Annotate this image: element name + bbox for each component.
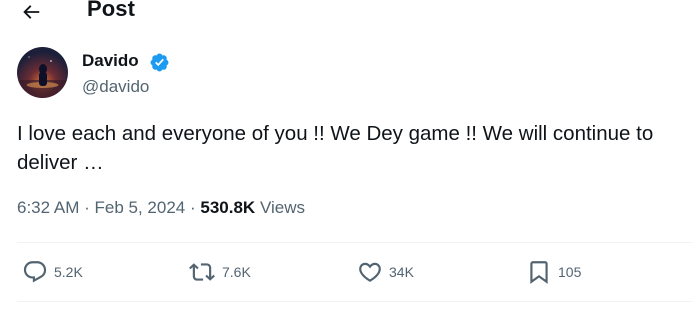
meta-separator: · bbox=[84, 198, 95, 217]
bookmark-icon bbox=[530, 261, 548, 284]
post-header: Post bbox=[0, 0, 692, 28]
post-date[interactable]: Feb 5, 2024 bbox=[95, 198, 186, 217]
heart-icon bbox=[359, 262, 381, 282]
post-text: I love each and everyone of you !! We De… bbox=[17, 122, 654, 174]
repost-count: 7.6K bbox=[222, 264, 251, 280]
back-arrow-icon bbox=[23, 5, 40, 19]
bookmark-count: 105 bbox=[558, 264, 582, 280]
back-button[interactable] bbox=[17, 0, 45, 24]
author-handle[interactable]: @davido bbox=[82, 77, 149, 97]
page-title: Post bbox=[87, 0, 136, 21]
reply-count: 5.2K bbox=[54, 264, 83, 280]
avatar[interactable] bbox=[17, 47, 68, 98]
like-button[interactable]: 34K bbox=[357, 259, 414, 285]
post-meta: 6:32 AM · Feb 5, 2024 · 530.8K Views bbox=[17, 198, 305, 218]
divider bbox=[17, 242, 692, 243]
reply-icon bbox=[23, 261, 47, 283]
bookmark-button[interactable]: 105 bbox=[526, 259, 581, 285]
like-count: 34K bbox=[389, 264, 414, 280]
avatar-image bbox=[17, 47, 68, 98]
repost-icon bbox=[189, 263, 215, 281]
views-label: Views bbox=[259, 198, 305, 217]
reply-button[interactable]: 5.2K bbox=[22, 259, 83, 285]
repost-button[interactable]: 7.6K bbox=[188, 259, 251, 285]
divider bbox=[17, 301, 692, 302]
post-time[interactable]: 6:32 AM bbox=[17, 198, 79, 217]
meta-separator: · bbox=[189, 198, 201, 217]
author-name[interactable]: Davido bbox=[82, 51, 139, 71]
verified-badge-icon bbox=[150, 53, 169, 72]
views-count: 530.8K bbox=[200, 198, 256, 217]
